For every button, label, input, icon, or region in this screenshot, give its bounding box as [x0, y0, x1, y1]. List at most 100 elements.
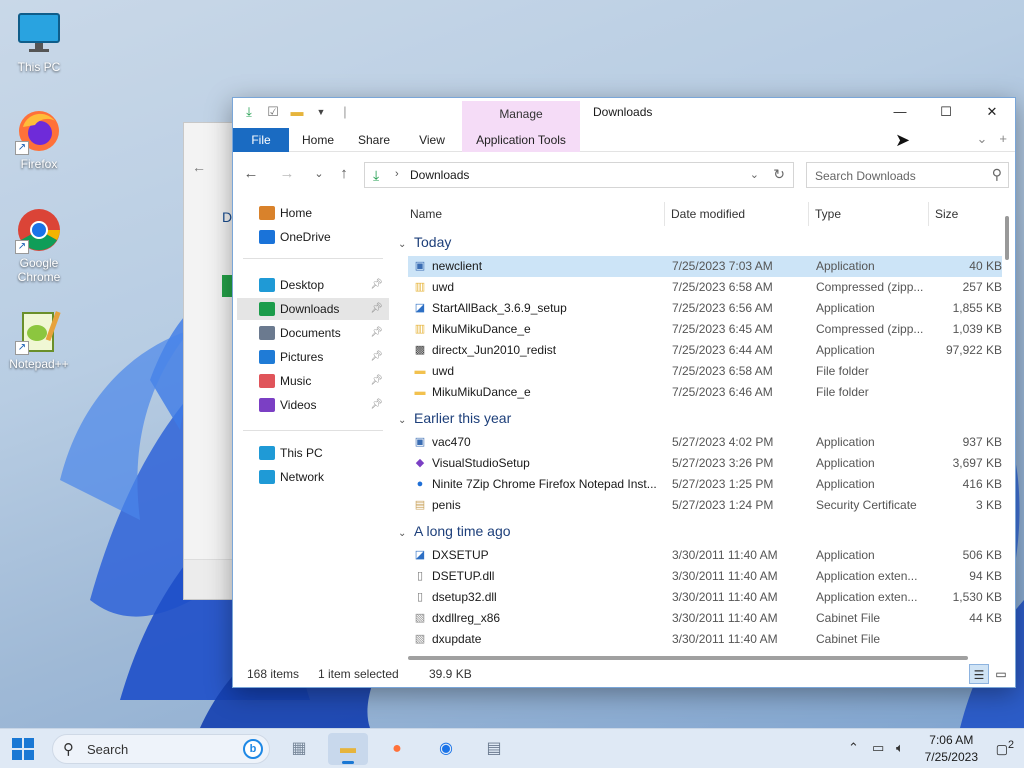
close-button[interactable]: ✕ [969, 98, 1015, 126]
start-button[interactable] [12, 738, 34, 760]
file-explorer-window[interactable]: ⤓ ☑ ▬ ▼ | Manage Downloads — ☐ ✕ File Ho… [232, 97, 1016, 688]
forward-button[interactable]: → [277, 165, 297, 182]
sidebar-item-home[interactable]: Home [237, 202, 389, 224]
manage-context-tab[interactable]: Manage [462, 101, 580, 128]
table-row[interactable]: ▤ penis 5/27/2023 1:24 PM Security Certific… [408, 495, 1002, 516]
pin-icon[interactable]: 📌︎ [370, 298, 383, 320]
desktop-icon-this-pc[interactable]: This PC [4, 10, 74, 74]
column-header-type[interactable]: Type [815, 202, 841, 226]
column-header-date[interactable]: Date modified [671, 202, 745, 226]
horizontal-scrollbar[interactable] [408, 656, 968, 660]
column-header-size[interactable]: Size [935, 202, 958, 226]
desktop-icon-chrome[interactable]: ↗ Google Chrome [4, 206, 74, 284]
desktop-icon-notepadpp[interactable]: ↗ Notepad++ [4, 307, 74, 371]
sidebar-item-network[interactable]: Network [237, 466, 389, 488]
table-row[interactable]: ▯ dsetup32.dll 3/30/2011 11:40 AM Applicati… [408, 587, 1002, 608]
table-row[interactable]: ▣ newclient 7/25/2023 7:03 AM Application 40… [408, 256, 1002, 277]
recent-locations-chevron-icon[interactable]: ⌄ [309, 167, 329, 180]
address-bar[interactable]: ⤓ › Downloads ⌄ ↻ [364, 162, 794, 188]
group-header[interactable]: ⌄ A long time ago [398, 520, 511, 542]
title-bar[interactable]: ⤓ ☑ ▬ ▼ | Manage Downloads — ☐ ✕ [233, 98, 1015, 128]
sidebar-item-this-pc[interactable]: This PC [237, 442, 389, 464]
taskbar-chrome[interactable]: ◉ [426, 733, 466, 765]
table-row[interactable]: ▯ DSETUP.dll 3/30/2011 11:40 AM Application… [408, 566, 1002, 587]
table-row[interactable]: ▧ dxupdate 3/30/2011 11:40 AM Cabinet File [408, 629, 1002, 650]
new-folder-icon[interactable]: ▬ [289, 104, 305, 120]
up-button[interactable]: ↑ [334, 165, 354, 182]
pin-icon[interactable]: 📌︎ [370, 394, 383, 416]
vertical-scrollbar[interactable] [1005, 202, 1011, 657]
table-row[interactable]: ▩ directx_Jun2010_redist 7/25/2023 6:44 AM… [408, 340, 1002, 361]
sidebar-item-downloads[interactable]: Downloads 📌︎ [237, 298, 389, 320]
pin-icon[interactable]: 📌︎ [370, 370, 383, 392]
table-row[interactable]: ▣ vac470 5/27/2023 4:02 PM Application 937 K… [408, 432, 1002, 453]
pin-icon[interactable]: 📌︎ [370, 322, 383, 344]
sidebar-item-onedrive[interactable]: OneDrive [237, 226, 389, 248]
tab-share[interactable]: Share [351, 128, 397, 152]
large-icons-view-icon[interactable]: ▭ [991, 664, 1011, 684]
sidebar-item-pictures[interactable]: Pictures 📌︎ [237, 346, 389, 368]
desktop-icon-firefox[interactable]: ↗ Firefox [4, 107, 74, 171]
table-row[interactable]: ▧ dxdllreg_x86 3/30/2011 11:40 AM Cabinet F… [408, 608, 1002, 629]
back-button[interactable]: ← [241, 165, 261, 182]
sidebar-item-videos[interactable]: Videos 📌︎ [237, 394, 389, 416]
taskbar-firefox[interactable]: ● [377, 733, 417, 765]
table-row[interactable]: ◪ StartAllBack_3.6.9_setup 7/25/2023 6:56 … [408, 298, 1002, 319]
pin-icon[interactable]: 📌︎ [370, 346, 383, 368]
chrome-icon: ↗ [15, 206, 63, 254]
group-header[interactable]: ⌄ Today [398, 231, 451, 253]
notification-center-icon[interactable]: ▢2 [996, 739, 1014, 757]
tab-file[interactable]: File [233, 128, 289, 152]
sidebar-item-label: Network [280, 470, 325, 484]
column-divider[interactable] [664, 202, 665, 226]
table-row[interactable]: ● Ninite 7Zip Chrome Firefox Notepad Inst… [408, 474, 1002, 495]
refresh-icon[interactable]: ↻ [773, 166, 785, 183]
add-tab-icon[interactable]: + [999, 131, 1007, 147]
group-collapse-icon[interactable]: ⌄ [398, 523, 414, 545]
taskbar-search[interactable]: ⚲ Search b [52, 734, 270, 764]
file-name: dsetup32.dll [432, 590, 497, 604]
sidebar-item-music[interactable]: Music 📌︎ [237, 370, 389, 392]
customize-toolbar-chevron-icon[interactable]: ▼ [313, 104, 329, 120]
table-row[interactable]: ◆ VisualStudioSetup 5/27/2023 3:26 PM Appli… [408, 453, 1002, 474]
table-row[interactable]: ◪ DXSETUP 3/30/2011 11:40 AM Application 506… [408, 545, 1002, 566]
volume-icon[interactable]: 🔈︎ [896, 740, 904, 756]
sidebar-item-desktop[interactable]: Desktop 📌︎ [237, 274, 389, 296]
taskbar-file-explorer[interactable]: ▬ [328, 733, 368, 765]
tab-application-tools[interactable]: Application Tools [462, 128, 580, 152]
search-input[interactable]: Search Downloads ⚲ [806, 162, 1009, 188]
show-hidden-icons-icon[interactable]: ⌃ [848, 740, 859, 756]
group-header[interactable]: ⌄ Earlier this year [398, 407, 511, 429]
column-header-name[interactable]: Name [410, 202, 442, 226]
maximize-button[interactable]: ☐ [923, 98, 969, 126]
breadcrumb-chevron-icon[interactable]: › [395, 168, 399, 180]
group-collapse-icon[interactable]: ⌄ [398, 410, 414, 432]
column-divider[interactable] [808, 202, 809, 226]
table-row[interactable]: ▥ uwd 7/25/2023 6:58 AM Compressed (zipp...… [408, 277, 1002, 298]
column-divider[interactable] [928, 202, 929, 226]
file-type: Application exten... [816, 590, 918, 604]
details-view-icon[interactable]: ☰ [969, 664, 989, 684]
network-icon[interactable]: ▭ [872, 740, 884, 756]
pin-icon[interactable]: 📌︎ [370, 274, 383, 296]
windows-logo-tile [12, 750, 22, 760]
scrollbar-thumb[interactable] [1005, 216, 1009, 260]
file-size: 257 KB [962, 280, 1002, 294]
properties-icon[interactable]: ☑ [265, 104, 281, 120]
tab-view[interactable]: View [409, 128, 455, 152]
table-row[interactable]: ▬ uwd 7/25/2023 6:58 AM File folder [408, 361, 1002, 382]
taskbar-installer[interactable]: ▤ [474, 733, 514, 765]
bing-icon[interactable]: b [243, 739, 263, 759]
expand-ribbon-icon[interactable]: ⌄ [977, 131, 988, 147]
group-collapse-icon[interactable]: ⌄ [398, 234, 414, 256]
task-view-icon[interactable]: ▦ [279, 733, 319, 765]
breadcrumb[interactable]: Downloads [410, 168, 469, 182]
minimize-button[interactable]: — [877, 98, 923, 126]
address-dropdown-icon[interactable]: ⌄ [750, 168, 759, 181]
table-row[interactable]: ▬ MikuMikuDance_e 7/25/2023 6:46 AM File fo… [408, 382, 1002, 403]
sidebar-item-documents[interactable]: Documents 📌︎ [237, 322, 389, 344]
table-row[interactable]: ▥ MikuMikuDance_e 7/25/2023 6:45 AM Compres… [408, 319, 1002, 340]
download-arrow-icon[interactable]: ⤓ [241, 104, 257, 120]
tab-home[interactable]: Home [295, 128, 341, 152]
clock[interactable]: 7:06 AM 7/25/2023 [925, 732, 978, 766]
